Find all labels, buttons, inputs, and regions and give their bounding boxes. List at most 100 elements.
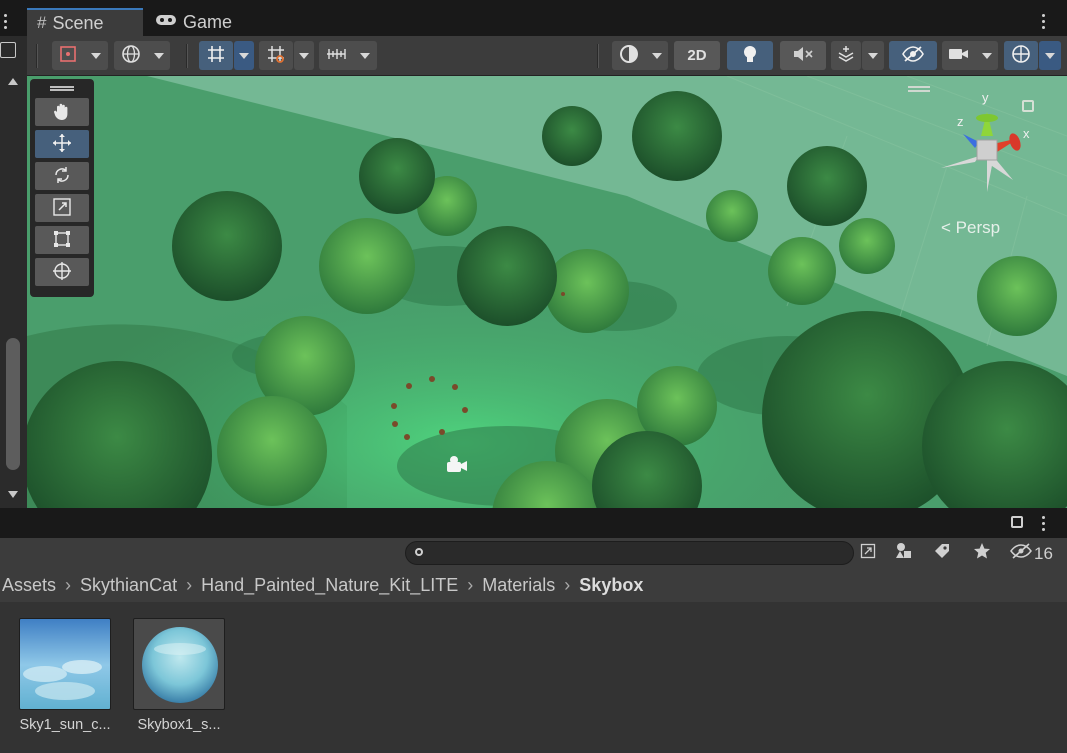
chevron-down-icon (299, 52, 309, 59)
global-icon (121, 44, 141, 68)
asset-item[interactable]: Skybox1_s... (124, 618, 234, 733)
rect-transform-icon (52, 229, 72, 252)
project-options-menu-icon[interactable] (1038, 512, 1048, 534)
scroll-down-icon[interactable] (8, 491, 18, 498)
shapes-icon (895, 542, 913, 565)
tab-options-menu-icon[interactable] (1038, 10, 1048, 32)
transform-tool-button[interactable] (35, 258, 89, 286)
transform-tools-panel (30, 79, 94, 297)
increment-snap-icon (266, 44, 286, 68)
scene-viewport[interactable]: y x z < Persp (27, 76, 1067, 508)
orientation-gizmo[interactable]: y x z (927, 90, 1047, 204)
asset-item[interactable]: Sky1_sun_c... (10, 618, 120, 733)
star-icon (973, 542, 991, 565)
panel-menu-icon[interactable] (0, 10, 10, 32)
effects-dropdown[interactable] (862, 41, 884, 70)
chevron-down-icon (651, 52, 662, 59)
chevron-down-icon (982, 52, 992, 59)
search-in-popout-button[interactable] (852, 541, 884, 565)
breadcrumb: Assets › SkythianCat › Hand_Painted_Natu… (0, 568, 1067, 602)
increment-snap-toggle[interactable] (259, 41, 293, 70)
visibility-icon (901, 45, 925, 67)
asset-name: Skybox1_s... (137, 717, 221, 733)
draw-mode-dropdown[interactable] (52, 41, 108, 70)
search-field[interactable] (405, 541, 854, 565)
hidden-packages-count: 16 (1034, 543, 1053, 563)
rotate-tool-button[interactable] (35, 162, 89, 190)
lock-icon[interactable] (1011, 516, 1023, 528)
audio-toggle[interactable] (780, 41, 826, 70)
texture-thumbnail (19, 618, 111, 710)
scene-toolbar: 2D (0, 36, 1067, 76)
camera-settings-dropdown[interactable] (942, 41, 998, 70)
shading-icon (619, 44, 639, 68)
gizmo-x-label: x (1023, 126, 1030, 141)
gizmos-icon (1011, 44, 1031, 68)
scene-render (27, 76, 1067, 508)
scale-tool-button[interactable] (35, 194, 89, 222)
chevron-down-icon (239, 52, 249, 59)
hidden-packages-toggle[interactable]: 16 (1010, 543, 1053, 564)
scroll-up-icon[interactable] (8, 78, 18, 85)
breadcrumb-item-assets[interactable]: Assets (2, 575, 56, 596)
search-input[interactable] (432, 544, 832, 562)
tab-scene-label: Scene (52, 12, 104, 33)
lighting-toggle[interactable] (727, 41, 773, 70)
grid-options-dropdown[interactable] (234, 41, 254, 70)
chevron-right-icon: › (65, 574, 72, 595)
projection-toggle[interactable]: < Persp (941, 218, 1000, 238)
perspective-icon: < (941, 218, 951, 237)
project-toolbar: 16 (0, 538, 1067, 568)
popout-icon[interactable] (0, 42, 16, 58)
grid-snap-icon (206, 44, 226, 68)
chevron-down-icon (91, 52, 101, 59)
2d-mode-toggle[interactable]: 2D (674, 41, 720, 70)
projection-label: Persp (955, 218, 1001, 237)
tab-game-label: Game (183, 11, 233, 32)
ruler-dropdown[interactable] (319, 41, 377, 70)
breadcrumb-item-skythiancat[interactable]: SkythianCat (80, 575, 177, 596)
project-panel-header (0, 508, 1067, 538)
tab-scene[interactable]: # Scene (27, 8, 143, 36)
gizmos-toggle[interactable] (1004, 41, 1038, 70)
2d-mode-label: 2D (687, 47, 707, 64)
rotate-icon (52, 165, 72, 188)
panel-grip-icon[interactable] (50, 86, 74, 91)
search-icon (415, 548, 423, 556)
rect-tool-button[interactable] (35, 226, 89, 254)
breadcrumb-item-materials[interactable]: Materials (482, 575, 555, 596)
audio-mute-icon (792, 45, 814, 67)
move-tool-button[interactable] (35, 130, 89, 158)
shading-mode-dropdown[interactable] (612, 41, 668, 70)
scrollbar-thumb[interactable] (6, 338, 20, 470)
grid-snap-toggle[interactable] (199, 41, 233, 70)
lighting-icon (741, 44, 759, 68)
camera-icon (948, 46, 970, 66)
asset-grid: Sky1_sun_c... Skybox1_s... (0, 602, 1067, 753)
toolbar-separator (597, 44, 599, 68)
axis-gizmo-icon (941, 112, 1021, 192)
gizmos-dropdown[interactable] (1039, 41, 1061, 70)
tab-game[interactable]: Game (145, 8, 245, 36)
hand-tool-button[interactable] (35, 98, 89, 126)
chevron-right-icon: › (467, 574, 474, 595)
popout-icon (860, 543, 876, 564)
ruler-icon (326, 46, 346, 66)
chevron-down-icon (1045, 52, 1055, 59)
favorites-button[interactable] (966, 541, 998, 565)
move-icon (52, 133, 72, 156)
eye-slash-icon (1010, 543, 1032, 564)
filter-by-label-button[interactable] (926, 541, 958, 565)
filter-by-type-button[interactable] (888, 541, 920, 565)
effects-toggle[interactable] (831, 41, 861, 70)
breadcrumb-item-skybox[interactable]: Skybox (579, 575, 643, 596)
overlay-grip-icon[interactable] (908, 86, 930, 92)
grid-hash-icon: # (37, 13, 47, 32)
pivot-rotation-dropdown[interactable] (114, 41, 170, 70)
increment-snap-dropdown[interactable] (294, 41, 314, 70)
scene-visibility-toggle[interactable] (889, 41, 937, 70)
breadcrumb-item-nature-kit[interactable]: Hand_Painted_Nature_Kit_LITE (201, 575, 458, 596)
chevron-down-icon (153, 52, 164, 59)
chevron-right-icon: › (564, 574, 571, 595)
effects-icon (837, 45, 855, 67)
